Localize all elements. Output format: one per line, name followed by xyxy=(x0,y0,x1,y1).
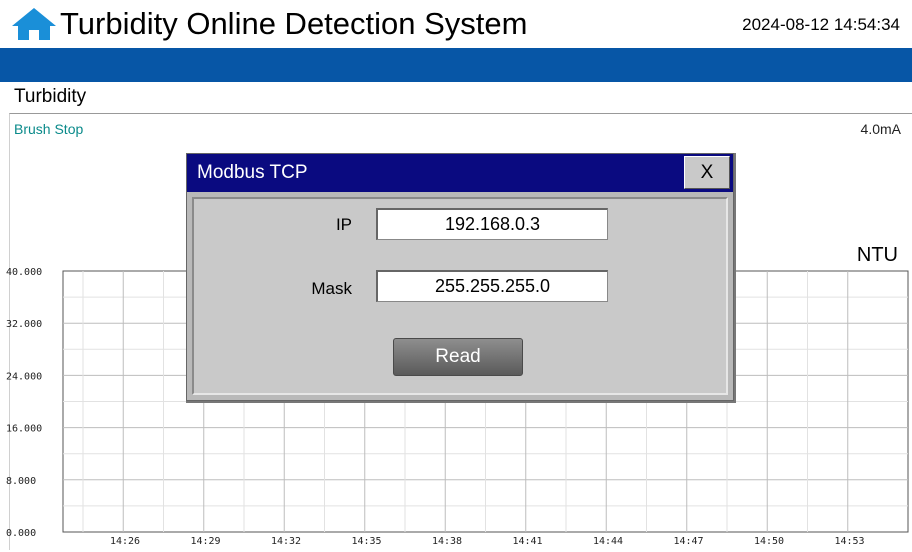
y-tick-label: 32.000 xyxy=(6,319,42,330)
modbus-dialog: Modbus TCP X IP Mask Read xyxy=(186,153,734,401)
x-tick-label: 14:50 xyxy=(754,536,784,547)
x-tick-label: 14:38 xyxy=(432,536,462,547)
current-output: 4.0mA xyxy=(860,121,901,137)
mask-input[interactable] xyxy=(376,270,608,302)
read-button[interactable]: Read xyxy=(393,338,523,376)
ip-label: IP xyxy=(335,215,352,234)
y-axis-ticks: 0.000 8.000 16.000 24.000 32.000 40.000 xyxy=(6,267,42,539)
y-tick-label: 0.000 xyxy=(6,528,36,539)
dialog-titlebar[interactable]: Modbus TCP X xyxy=(187,154,733,192)
x-tick-label: 14:41 xyxy=(512,536,542,547)
y-tick-label: 24.000 xyxy=(6,371,42,382)
y-tick-label: 16.000 xyxy=(6,424,42,435)
y-tick-label: 8.000 xyxy=(6,476,36,487)
x-axis-ticks: 14:26 14:29 14:32 14:35 14:38 14:41 14:44 14:47… xyxy=(110,536,865,547)
section-title: Turbidity xyxy=(14,86,87,107)
app-title: Turbidity Online Detection System xyxy=(60,6,528,41)
y-tick-label: 40.000 xyxy=(6,267,42,278)
x-tick-label: 14:35 xyxy=(351,536,381,547)
dialog-title: Modbus TCP xyxy=(197,162,308,183)
header: Turbidity Online Detection System 2024-0… xyxy=(0,0,912,48)
home-icon[interactable] xyxy=(10,6,58,42)
x-tick-label: 14:44 xyxy=(593,536,623,547)
x-tick-label: 14:29 xyxy=(190,536,220,547)
title-bar xyxy=(0,48,912,82)
x-tick-label: 14:53 xyxy=(834,536,864,547)
x-tick-label: 14:47 xyxy=(673,536,703,547)
datetime: 2024-08-12 14:54:34 xyxy=(742,15,900,34)
brush-status: Brush Stop xyxy=(14,121,84,137)
x-tick-label: 14:26 xyxy=(110,536,140,547)
mask-label: Mask xyxy=(311,279,352,298)
close-button[interactable]: X xyxy=(684,156,730,189)
ip-input[interactable] xyxy=(376,208,608,240)
x-tick-label: 14:32 xyxy=(271,536,301,547)
